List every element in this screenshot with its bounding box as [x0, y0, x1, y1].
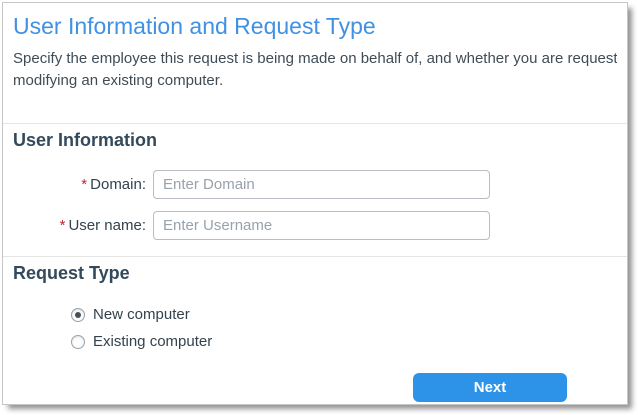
radio-new-computer-label: New computer — [93, 305, 190, 325]
radio-existing-computer[interactable]: Existing computer — [71, 332, 617, 352]
form-panel: User Information and Request Type Specif… — [2, 2, 628, 405]
username-input[interactable] — [153, 211, 490, 240]
username-label-text: User name: — [68, 217, 146, 234]
section-request-type: Request Type New computer Existing compu… — [3, 256, 627, 352]
radio-button-icon[interactable] — [71, 335, 85, 349]
description-line-2: modifying an existing computer. — [13, 70, 617, 92]
radio-button-icon[interactable] — [71, 308, 85, 322]
next-button[interactable]: Next — [413, 373, 567, 402]
domain-label-text: Domain: — [90, 176, 146, 193]
username-label: *User name: — [13, 217, 146, 234]
user-information-heading: User Information — [13, 128, 617, 152]
required-asterisk-icon: * — [81, 176, 87, 193]
action-bar: Next — [13, 373, 617, 402]
request-type-heading: Request Type — [13, 261, 617, 285]
page-description: Specify the employee this request is bei… — [13, 48, 617, 92]
username-field-row: *User name: — [13, 211, 617, 240]
domain-input[interactable] — [153, 170, 490, 199]
required-asterisk-icon: * — [60, 217, 66, 234]
radio-existing-computer-label: Existing computer — [93, 332, 212, 352]
radio-new-computer[interactable]: New computer — [71, 305, 617, 325]
domain-label: *Domain: — [13, 176, 146, 193]
domain-field-row: *Domain: — [13, 170, 617, 199]
section-user-information: User Information *Domain: *User name: — [3, 123, 627, 240]
request-type-options: New computer Existing computer — [71, 305, 617, 352]
description-line-1: Specify the employee this request is bei… — [13, 48, 617, 70]
page-title: User Information and Request Type — [13, 11, 617, 41]
